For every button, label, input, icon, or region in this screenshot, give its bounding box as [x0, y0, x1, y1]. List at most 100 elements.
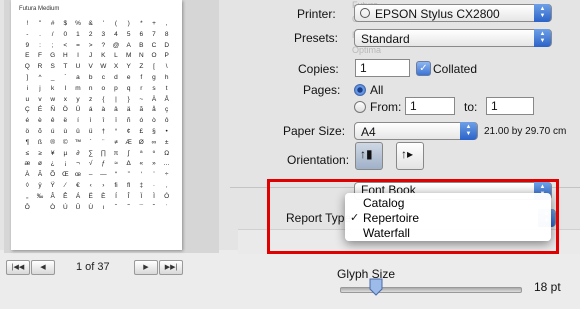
glyph-cell: P: [164, 52, 169, 60]
glyph-cell: Ï: [140, 192, 143, 200]
glyph-cell: }: [127, 95, 130, 103]
glyph-cell: ÷: [164, 171, 169, 179]
print-preview-pane: Futura Medium ! " # $% & ' () * +, -. / 0 1 2 3 4 5 6 7 8 9:…: [4, 0, 219, 253]
glyph-cell: —: [100, 171, 107, 179]
glyph-cell: ﬁ: [114, 181, 118, 189]
glyph-cell: î: [102, 117, 105, 125]
glyph-cell: Á: [75, 192, 81, 200]
chevron-updown-icon: ▲▼: [534, 29, 551, 47]
glyph-cell: R: [37, 63, 43, 71]
landscape-icon: ↑▸: [401, 147, 414, 161]
glyph-cell: a: [76, 73, 80, 81]
glyph-cell: ~: [139, 95, 144, 103]
pages-all-radio[interactable]: [354, 84, 366, 96]
last-page-button[interactable]: ▶▶|: [159, 260, 183, 275]
collated-checkbox[interactable]: ✓: [416, 61, 431, 76]
glyph-cell: Ó: [164, 192, 170, 200]
glyph-cell: ”: [127, 171, 130, 179]
glyph-cell: È: [101, 192, 106, 200]
glyph-cell: 5: [126, 30, 131, 38]
glyph-cell: †: [101, 127, 106, 135]
glyph-cell: ¨: [102, 138, 105, 146]
glyph-cell: ·: [152, 181, 156, 189]
glyph-cell: |: [115, 95, 117, 103]
glyph-cell: ÿ: [38, 181, 42, 189]
glyph-cell: ¥: [50, 149, 55, 157]
glyph-cell: T: [63, 63, 68, 71]
slider-knob[interactable]: [368, 278, 384, 296]
glyph-cell: *: [140, 20, 143, 27]
glyph-cell: ì: [89, 117, 92, 125]
presets-label: Presets:: [294, 31, 339, 45]
presets-select[interactable]: Standard ▲ ▼: [354, 29, 552, 47]
glyph-cell: Y: [126, 63, 131, 71]
glyph-cell: u: [25, 95, 30, 103]
glyph-cell: y: [76, 95, 80, 103]
glyph-cell: â: [114, 106, 118, 114]
glyph-cell: Ê: [63, 192, 68, 200]
portrait-orientation-button[interactable]: ↑▮: [355, 142, 383, 170]
glyph-cell: Ÿ: [50, 181, 55, 189]
glyph-cell: Ô: [24, 203, 30, 211]
next-page-button[interactable]: ▶: [134, 260, 158, 275]
glyph-cell: Ç: [24, 106, 30, 114]
glyph-cell: “: [114, 171, 118, 179]
glyph-cell: e: [126, 73, 131, 81]
glyph-cell: (: [114, 20, 118, 27]
glyph-cell: ä: [126, 106, 131, 114]
glyph-cell: ≠: [114, 138, 118, 146]
glyph-cell: N: [138, 52, 144, 60]
pages-from-input[interactable]: 1: [405, 97, 455, 115]
paper-size-select[interactable]: A4 ▲ ▼: [354, 122, 478, 140]
landscape-orientation-button[interactable]: ↑▸: [396, 142, 424, 170]
glyph-cell: ù: [63, 127, 68, 135]
glyph-cell: ê: [50, 117, 55, 125]
glyph-cell: Î: [127, 192, 130, 200]
printer-status-icon: [360, 8, 370, 18]
glyph-cell: p: [114, 84, 118, 92]
glyph-cell: >: [88, 41, 93, 49]
glyph-cell: ≥: [38, 149, 42, 157]
glyph-cell: ˘: [152, 203, 156, 211]
glyph-cell: Â: [50, 192, 55, 200]
pages-from-radio[interactable]: [354, 101, 366, 113]
glyph-cell: µ: [63, 149, 68, 157]
glyph-cell: Œ: [62, 171, 69, 179]
glyph-cell: ‘: [140, 171, 143, 179]
glyph-cell: «: [139, 160, 144, 168]
copies-input[interactable]: 1: [355, 59, 410, 77]
glyph-size-value: 18 pt: [534, 280, 561, 294]
glyph-cell: ≤: [25, 149, 30, 157]
pages-to-input[interactable]: 1: [486, 97, 534, 115]
glyph-cell: X: [113, 63, 119, 71]
glyph-cell: {: [102, 95, 105, 103]
glyph-cell: ": [38, 20, 42, 27]
glyph-cell: d: [114, 73, 118, 81]
glyph-cell: õ: [38, 127, 42, 135]
glyph-cell: j: [39, 84, 41, 92]
previous-page-button[interactable]: ◀: [31, 260, 55, 275]
printer-select[interactable]: EPSON Stylus CX2800 ▲ ▼: [354, 4, 552, 22]
glyph-cell: B: [139, 41, 144, 49]
glyph-cell: É: [37, 106, 43, 114]
glyph-cell: π: [113, 149, 119, 157]
glyph-cell: Í: [115, 192, 117, 200]
glyph-cell: ®: [50, 138, 56, 146]
glyph-cell: D: [164, 41, 170, 49]
glyph-cell: ¯: [139, 203, 144, 211]
glyph-cell: F: [38, 52, 42, 60]
glyph-cell: @: [112, 41, 120, 49]
glyph-cell: •: [165, 127, 168, 135]
first-page-button[interactable]: |◀◀: [6, 260, 30, 275]
glyph-cell: -: [26, 30, 29, 38]
glyph-cell: c: [101, 73, 105, 81]
glyph-cell: L: [114, 52, 118, 60]
glyph-cell: H: [62, 52, 68, 60]
glyph-cell: ø: [38, 160, 42, 168]
glyph-cell: ¬: [76, 160, 80, 168]
glyph-cell: ‡: [139, 181, 144, 189]
glyph-cell: ï: [115, 117, 117, 125]
glyph-cell: ƒ: [101, 160, 106, 168]
glyph-cell: Ë: [88, 192, 93, 200]
glyph-cell: 1: [76, 30, 80, 38]
